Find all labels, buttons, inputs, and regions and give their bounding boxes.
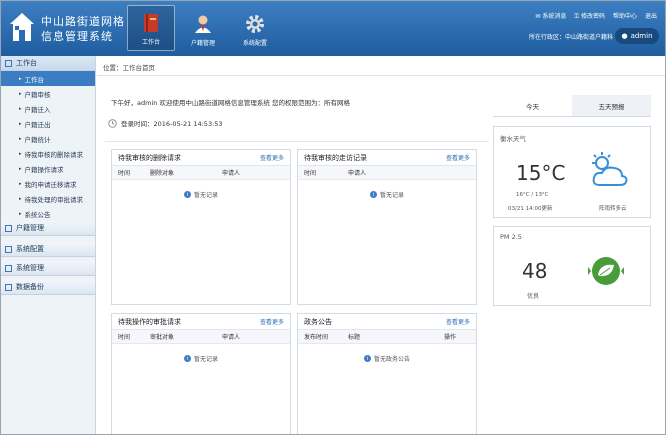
weather-panel: 衡水天气 15°C 16°C / 13°C 03/21 14:00更新 阵雨转多… bbox=[493, 126, 651, 218]
sidebar-section-household[interactable]: 户籍管理 bbox=[1, 221, 95, 236]
view-more-link[interactable]: 查看更多 bbox=[260, 153, 284, 162]
empty-state: i 暂无记录 bbox=[298, 190, 476, 199]
panel-title: 待我审核的删除请求 bbox=[118, 153, 181, 162]
leaf-badge-icon bbox=[588, 257, 624, 285]
sidebar-item-notices[interactable]: ▸ 系统公告 bbox=[1, 206, 95, 221]
weather-city: 衡水天气 bbox=[500, 135, 526, 143]
link-help[interactable]: 帮助中心 bbox=[613, 11, 637, 21]
triangle-icon: ▸ bbox=[19, 195, 22, 202]
empty-state: i 暂无记录 bbox=[112, 190, 290, 199]
info-icon: i bbox=[183, 191, 191, 198]
nav-workbench[interactable]: 工作台 bbox=[127, 5, 175, 51]
grid-icon bbox=[5, 283, 12, 291]
table-header: 时间 审批对象 申请人 bbox=[112, 330, 290, 344]
triangle-icon: ▸ bbox=[19, 90, 22, 97]
house-logo-icon bbox=[10, 13, 34, 41]
table-header: 时间 删除对象 申请人 bbox=[112, 166, 290, 180]
weather-temp: 15°C bbox=[516, 161, 566, 185]
link-messages[interactable]: ✉ 系统消息 bbox=[535, 11, 566, 21]
tab-today[interactable]: 今天 bbox=[493, 95, 572, 116]
system-title: 中山路街道网格 信息管理系统 bbox=[41, 15, 125, 43]
triangle-icon: ▸ bbox=[19, 120, 22, 127]
link-logout[interactable]: 退出 bbox=[645, 11, 657, 21]
sidebar-item-op-requests[interactable]: ▸ 户籍操作请求 bbox=[1, 161, 95, 176]
weather-range: 16°C / 13°C bbox=[516, 192, 549, 198]
clock-icon bbox=[108, 118, 117, 128]
sidebar-item-my-migration[interactable]: ▸ 我的申请迁移请求 bbox=[1, 176, 95, 191]
lock-icon: ⚿ bbox=[574, 13, 579, 20]
grid-icon bbox=[5, 245, 12, 253]
user-menu[interactable]: ● admin bbox=[615, 28, 659, 44]
sidebar-item-workbench[interactable]: ▸ 工作台 bbox=[1, 71, 95, 86]
panel-gov-notices: 政务公告 查看更多 发布时间 标题 操作 i 暂无政务公告 bbox=[297, 313, 477, 434]
empty-state: i 暂无政务公告 bbox=[298, 354, 476, 363]
view-more-link[interactable]: 查看更多 bbox=[446, 153, 470, 162]
empty-state: i 暂无记录 bbox=[112, 354, 290, 363]
header: 中山路街道网格 信息管理系统 工作台 户籍管理 系统配置 ✉ 系统消息 ⚿ 修改… bbox=[1, 1, 665, 56]
user-icon bbox=[195, 15, 211, 33]
panel-visit-records: 待我审核的走访记录 查看更多 时间 申请人 i 暂无记录 bbox=[297, 149, 477, 305]
nav-config[interactable]: 系统配置 bbox=[231, 5, 279, 51]
grid-icon bbox=[5, 224, 12, 232]
weather-update-time: 03/21 14:00更新 bbox=[508, 206, 553, 212]
triangle-icon: ▸ bbox=[19, 135, 22, 142]
sidebar-section-config[interactable]: 系统配置 bbox=[1, 242, 95, 257]
grid-icon bbox=[5, 264, 12, 272]
panel-title: 政务公告 bbox=[304, 317, 332, 326]
panel-title: 待我操作的审批请求 bbox=[118, 317, 181, 326]
weather-tabs: 今天 五天预报 bbox=[493, 95, 651, 117]
top-links: ✉ 系统消息 ⚿ 修改密码 帮助中心 退出 bbox=[535, 11, 657, 21]
pm25-panel: PM 2.5 48 优良 bbox=[493, 226, 651, 306]
table-header: 时间 申请人 bbox=[298, 166, 476, 180]
triangle-icon: ▸ bbox=[19, 105, 22, 112]
main-nav: 工作台 户籍管理 系统配置 bbox=[127, 5, 283, 51]
user-icon: ● bbox=[621, 32, 628, 40]
message-icon: ✉ bbox=[535, 13, 541, 20]
sidebar-item-move-in[interactable]: ▸ 户籍迁入 bbox=[1, 101, 95, 116]
triangle-icon: ▸ bbox=[19, 75, 22, 82]
triangle-icon: ▸ bbox=[19, 150, 22, 157]
triangle-icon: ▸ bbox=[19, 165, 22, 172]
triangle-icon: ▸ bbox=[19, 180, 22, 187]
sidebar-item-move-out[interactable]: ▸ 户籍迁出 bbox=[1, 116, 95, 131]
pm25-level: 优良 bbox=[527, 293, 540, 300]
greeting-text: 下午好，admin 欢迎使用中山路街道网格信息管理系统 您的权限范围为：所有网格 bbox=[111, 99, 350, 107]
panel-delete-requests: 待我审核的删除请求 查看更多 时间 删除对象 申请人 i 暂无记录 bbox=[111, 149, 291, 305]
info-icon: i bbox=[363, 355, 371, 362]
view-more-link[interactable]: 查看更多 bbox=[260, 317, 284, 326]
sidebar-section-backup[interactable]: 数据备份 bbox=[1, 280, 95, 295]
last-login: 登录时间：2016-05-21 14:53:53 bbox=[108, 118, 223, 128]
sidebar-section-workbench[interactable]: 工作台 bbox=[1, 56, 95, 71]
sidebar-section-system[interactable]: 系统管理 bbox=[1, 261, 95, 276]
divider bbox=[105, 141, 489, 142]
sidebar-item-audit[interactable]: ▸ 户籍审核 bbox=[1, 86, 95, 101]
sidebar: 工作台 ▸ 工作台 ▸ 户籍审核 ▸ 户籍迁入 ▸ 户籍迁出 ▸ 户籍统计 ▸ 待我审核的删… bbox=[1, 56, 96, 434]
sidebar-item-delete-requests[interactable]: ▸ 待我审核的删除请求 bbox=[1, 146, 95, 161]
tab-five-day[interactable]: 五天预报 bbox=[572, 95, 651, 116]
info-icon: i bbox=[369, 191, 377, 198]
pm25-title: PM 2.5 bbox=[500, 233, 522, 241]
table-header: 发布时间 标题 操作 bbox=[298, 330, 476, 344]
area-label: 所在行政区：中山路街道户籍科 bbox=[528, 34, 613, 41]
panel-title: 待我审核的走访记录 bbox=[304, 153, 367, 162]
nav-household[interactable]: 户籍管理 bbox=[179, 5, 227, 51]
sidebar-item-stats[interactable]: ▸ 户籍统计 bbox=[1, 131, 95, 146]
cloud-rain-icon bbox=[592, 152, 628, 186]
grid-icon bbox=[5, 59, 12, 67]
app-window: 中山路街道网格 信息管理系统 工作台 户籍管理 系统配置 ✉ 系统消息 ⚿ 修改… bbox=[0, 0, 666, 435]
view-more-link[interactable]: 查看更多 bbox=[446, 317, 470, 326]
book-icon bbox=[144, 14, 158, 32]
weather-desc: 阵雨转多云 bbox=[599, 206, 627, 212]
triangle-icon: ▸ bbox=[19, 210, 22, 217]
sidebar-item-approvals[interactable]: ▸ 待我处理的审批请求 bbox=[1, 191, 95, 206]
panel-approval-requests: 待我操作的审批请求 查看更多 时间 审批对象 申请人 i 暂无记录 bbox=[111, 313, 291, 434]
breadcrumb: 位置：工作台首页 bbox=[97, 58, 665, 76]
link-password[interactable]: ⚿ 修改密码 bbox=[574, 11, 605, 21]
info-icon: i bbox=[183, 355, 191, 362]
gear-icon bbox=[246, 15, 264, 33]
pm25-value: 48 bbox=[522, 259, 548, 283]
